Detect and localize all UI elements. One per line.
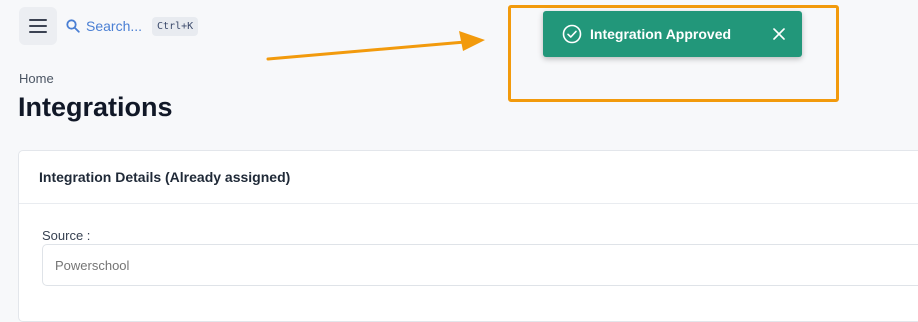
- source-input[interactable]: [42, 244, 918, 286]
- page-title: Integrations: [18, 92, 173, 122]
- integration-details-card: Integration Details (Already assigned) S…: [18, 150, 918, 322]
- search-label: Search...: [86, 18, 143, 34]
- search-icon: [66, 19, 80, 33]
- search-trigger[interactable]: Search... Ctrl+K: [66, 15, 199, 37]
- check-circle-icon: [562, 24, 582, 44]
- search-shortcut-badge: Ctrl+K: [152, 16, 199, 36]
- menu-button[interactable]: [19, 7, 57, 45]
- annotation-arrow: [266, 31, 485, 61]
- toast-message: Integration Approved: [590, 26, 732, 42]
- close-icon[interactable]: [773, 28, 785, 40]
- success-toast: Integration Approved: [543, 11, 802, 57]
- hamburger-menu-icon: [29, 19, 47, 33]
- source-label: Source :: [42, 228, 91, 243]
- breadcrumb[interactable]: Home: [19, 71, 54, 86]
- card-title: Integration Details (Already assigned): [19, 151, 918, 204]
